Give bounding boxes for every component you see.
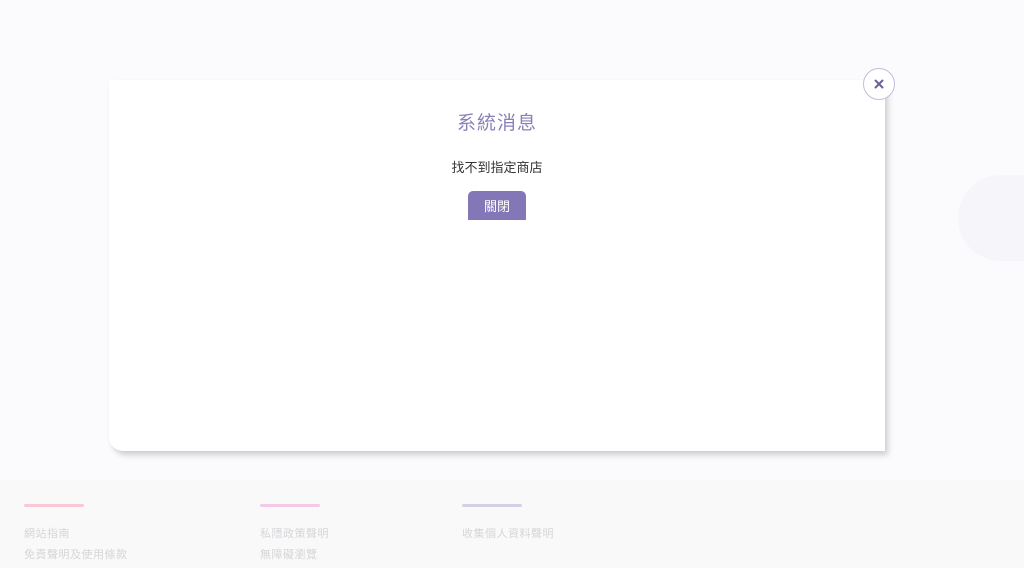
close-button[interactable]: [863, 68, 895, 100]
system-message-dialog: 系統消息 找不到指定商店 關閉: [109, 80, 885, 451]
dialog-message: 找不到指定商店: [451, 161, 543, 176]
close-dialog-button[interactable]: 關閉: [468, 191, 526, 220]
dialog-title: 系統消息: [456, 112, 537, 134]
page: 網站指南 免責聲明及使用條款 私隱政策聲明 無障礙瀏覽 收集個人資料聲明 系統消…: [0, 0, 1024, 568]
close-icon: [874, 79, 884, 89]
